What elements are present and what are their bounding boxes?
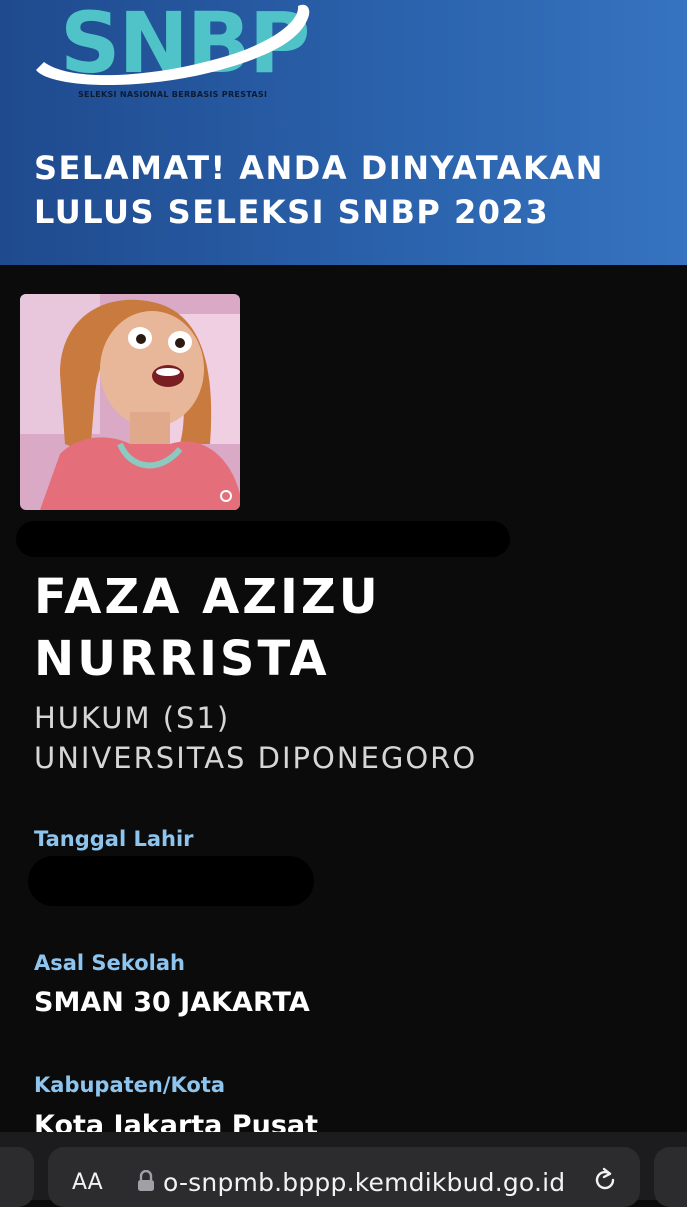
school-value: SMAN 30 JAKARTA: [34, 987, 310, 1018]
url-text[interactable]: o-snpmb.bppp.kemdikbud.go.id: [163, 1168, 565, 1197]
profile-photo: [20, 294, 240, 510]
headline-line-1: SELAMAT! ANDA DINYATAKAN: [34, 149, 604, 187]
redacted-id: [16, 521, 510, 557]
lock-icon: [138, 1170, 154, 1191]
student-name-line-2: NURRISTA: [34, 631, 330, 687]
next-tab[interactable]: [654, 1147, 687, 1207]
redacted-birth-date: [28, 856, 314, 906]
city-label: Kabupaten/Kota: [34, 1073, 226, 1097]
student-name: FAZA AZIZU NURRISTA: [34, 566, 654, 690]
university-name: UNIVERSITAS DIPONEGORO: [34, 741, 478, 775]
student-name-line-1: FAZA AZIZU: [34, 569, 381, 625]
study-program: HUKUM (S1): [34, 701, 231, 735]
text-size-button[interactable]: AA: [72, 1170, 103, 1195]
result-header: SNBP SELEKSI NASIONAL BERBASIS PRESTASI …: [0, 0, 687, 265]
logo-subtitle: SELEKSI NASIONAL BERBASIS PRESTASI: [78, 90, 268, 99]
birth-date-label: Tanggal Lahir: [34, 827, 194, 851]
previous-tab[interactable]: [0, 1147, 34, 1207]
admission-program: HUKUM (S1) UNIVERSITAS DIPONEGORO: [34, 698, 477, 778]
headline-line-2: LULUS SELEKSI SNBP 2023: [34, 193, 550, 231]
reload-icon[interactable]: [591, 1166, 619, 1194]
school-label: Asal Sekolah: [34, 951, 185, 975]
result-headline: SELAMAT! ANDA DINYATAKAN LULUS SELEKSI S…: [34, 146, 654, 234]
